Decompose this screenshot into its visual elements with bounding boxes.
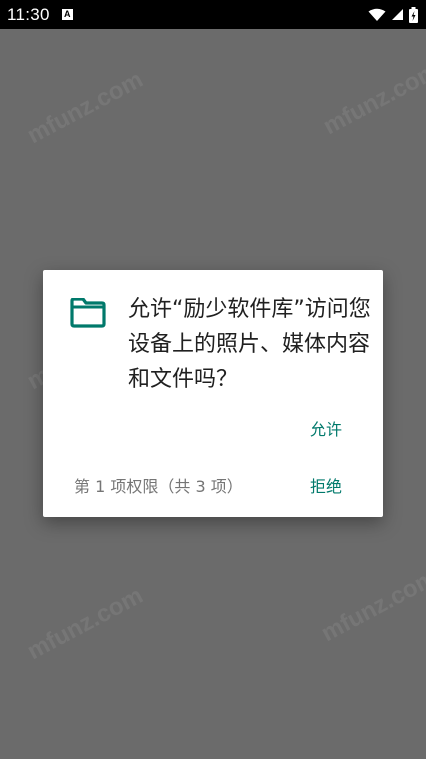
permission-dialog: 允许“励少软件库”访问您设备上的照片、媒体内容和文件吗？ 允许 第 1 项权限（…: [43, 270, 383, 517]
watermark: mfunz.com: [318, 56, 426, 141]
watermark: mfunz.com: [22, 581, 148, 666]
watermark: mfunz.com: [316, 563, 426, 648]
signal-icon: [391, 8, 404, 21]
screen: 11:30 A mfunz.com mfunz.com mfunz.com mf…: [0, 0, 426, 759]
notification-icon: A: [61, 9, 73, 20]
dialog-title: 允许“励少软件库”访问您设备上的照片、媒体内容和文件吗？: [128, 297, 371, 392]
allow-button[interactable]: 允许: [310, 416, 342, 440]
deny-button[interactable]: 拒绝: [310, 473, 342, 497]
permission-counter: 第 1 项权限（共 3 项）: [74, 477, 243, 496]
folder-icon: [70, 297, 106, 332]
battery-icon: [409, 6, 418, 23]
status-bar: 11:30 A: [0, 0, 426, 29]
wifi-icon: [368, 8, 386, 22]
status-time: 11:30: [7, 4, 50, 24]
watermark: mfunz.com: [22, 65, 148, 150]
